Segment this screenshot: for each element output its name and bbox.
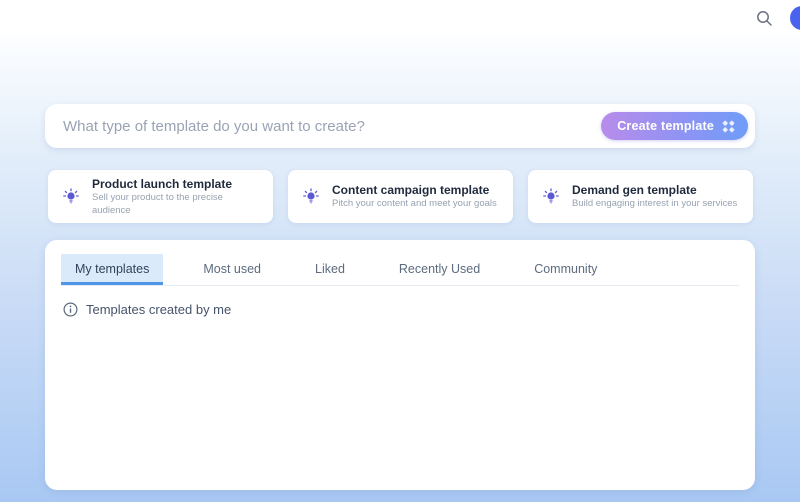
info-icon	[63, 302, 78, 317]
templates-panel: My templates Most used Liked Recently Us…	[45, 240, 755, 490]
card-title: Content campaign template	[332, 182, 497, 198]
tab-liked[interactable]: Liked	[301, 254, 359, 285]
tab-recently-used[interactable]: Recently Used	[385, 254, 494, 285]
card-demand-gen[interactable]: Demand gen template Build engaging inter…	[528, 170, 753, 223]
card-subtitle: Build engaging interest in your services	[572, 198, 737, 211]
tab-community[interactable]: Community	[520, 254, 611, 285]
create-template-button[interactable]: Create template	[601, 112, 748, 140]
card-subtitle: Sell your product to the precise audienc…	[92, 192, 263, 218]
lightbulb-icon	[62, 188, 80, 206]
card-product-launch[interactable]: Product launch template Sell your produc…	[48, 170, 273, 223]
card-subtitle: Pitch your content and meet your goals	[332, 198, 497, 211]
sparkle-diamonds-icon	[721, 119, 736, 134]
template-prompt-input[interactable]	[63, 104, 601, 148]
card-title: Product launch template	[92, 176, 263, 192]
templates-tabs: My templates Most used Liked Recently Us…	[61, 254, 739, 286]
avatar[interactable]	[790, 6, 800, 30]
empty-state-text: Templates created by me	[86, 302, 231, 317]
card-content-campaign[interactable]: Content campaign template Pitch your con…	[288, 170, 513, 223]
tab-my-templates[interactable]: My templates	[61, 254, 163, 285]
lightbulb-icon	[302, 188, 320, 206]
tab-most-used[interactable]: Most used	[189, 254, 275, 285]
search-icon[interactable]	[754, 8, 774, 28]
top-bar	[0, 0, 800, 36]
lightbulb-icon	[542, 188, 560, 206]
empty-state: Templates created by me	[63, 302, 737, 317]
card-title: Demand gen template	[572, 182, 737, 198]
create-template-label: Create template	[617, 119, 714, 133]
suggestion-cards-row: Product launch template Sell your produc…	[48, 170, 754, 223]
template-prompt-bar: Create template	[45, 104, 755, 148]
